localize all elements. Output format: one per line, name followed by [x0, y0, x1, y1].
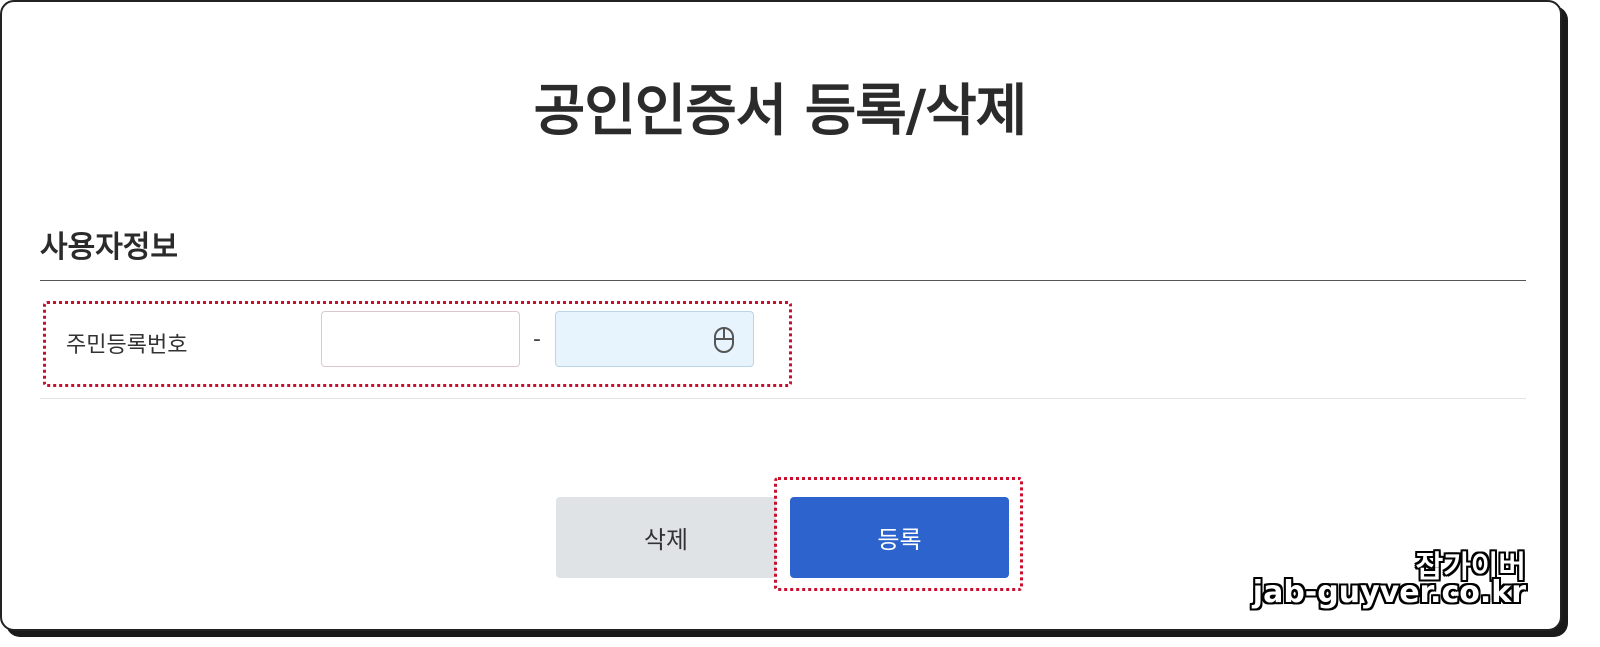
page-title: 공인인증서 등록/삭제 [533, 79, 1028, 144]
delete-button[interactable]: 삭제 [556, 497, 776, 578]
section-title: 사용자정보 [40, 230, 178, 265]
rrn-label: 주민등록번호 [66, 333, 188, 358]
rrn-separator: - [533, 327, 541, 352]
watermark-url: jab-guyver.co.kr [1252, 575, 1526, 610]
row-divider [40, 398, 1526, 399]
rrn-front-input[interactable] [321, 311, 520, 367]
mouse-icon [714, 327, 734, 353]
section-divider [40, 280, 1526, 281]
register-button-highlight [774, 477, 1023, 591]
